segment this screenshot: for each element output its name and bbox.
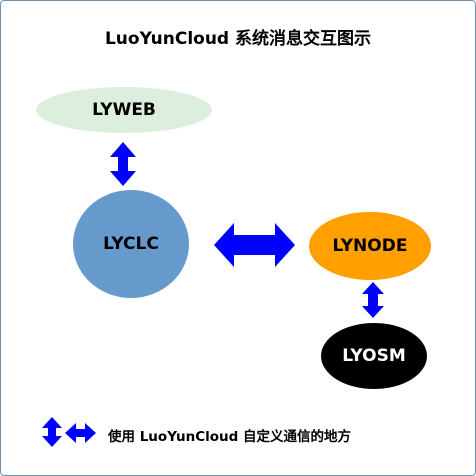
connector-layer — [42, 142, 384, 447]
arrow-lynode-lyosm — [362, 282, 384, 318]
legend-vertical-arrow-icon — [42, 417, 62, 447]
arrow-lyclc-lynode — [214, 223, 295, 267]
legend-horizontal-arrow-icon — [65, 423, 96, 443]
legend-text: 使用 LuoYunCloud 自定义通信的地方 — [108, 429, 351, 445]
arrow-lyweb-lyclc — [110, 142, 136, 186]
